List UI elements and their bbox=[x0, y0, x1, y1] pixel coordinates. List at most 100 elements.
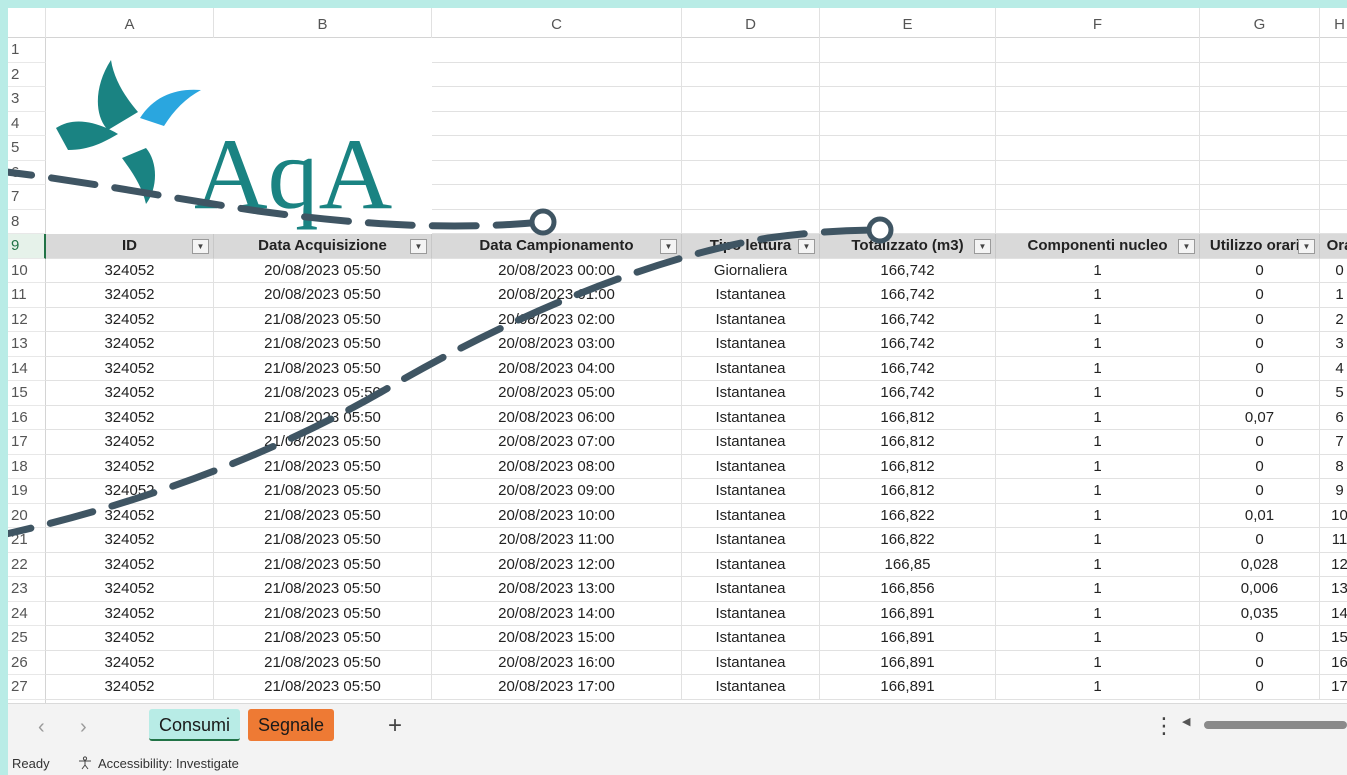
accessibility-icon[interactable] bbox=[78, 756, 92, 773]
table-cell[interactable]: 324052 bbox=[46, 479, 214, 504]
column-header-a[interactable]: A bbox=[46, 8, 214, 38]
empty-cell[interactable] bbox=[1200, 136, 1320, 161]
empty-cell[interactable] bbox=[1200, 185, 1320, 210]
table-cell[interactable]: 166,812 bbox=[820, 479, 996, 504]
table-cell[interactable]: 0 bbox=[1200, 307, 1320, 332]
table-cell[interactable]: 166,822 bbox=[820, 503, 996, 528]
row-header[interactable]: 19 bbox=[8, 479, 46, 504]
column-header-f[interactable]: F bbox=[996, 8, 1200, 38]
table-cell[interactable]: 20/08/2023 03:00 bbox=[432, 332, 682, 357]
table-cell[interactable]: 324052 bbox=[46, 258, 214, 283]
empty-cell[interactable] bbox=[1320, 136, 1347, 161]
table-cell[interactable]: 1 bbox=[996, 430, 1200, 455]
table-cell[interactable]: 0 bbox=[1200, 381, 1320, 406]
empty-cell[interactable] bbox=[432, 185, 682, 210]
table-cell[interactable]: 21/08/2023 05:50 bbox=[214, 601, 432, 626]
empty-cell[interactable] bbox=[682, 62, 820, 87]
table-cell[interactable]: 324052 bbox=[46, 577, 214, 602]
table-cell[interactable]: 324052 bbox=[46, 283, 214, 308]
table-cell[interactable]: 0,035 bbox=[1200, 601, 1320, 626]
table-cell[interactable]: 1 bbox=[996, 258, 1200, 283]
table-cell[interactable]: 14 bbox=[1320, 602, 1347, 626]
table-cell[interactable]: 21/08/2023 05:50 bbox=[214, 675, 432, 700]
column-header-g[interactable]: G bbox=[1200, 8, 1320, 38]
table-cell[interactable]: 21/08/2023 05:50 bbox=[214, 381, 432, 406]
table-cell[interactable]: 166,742 bbox=[820, 381, 996, 406]
filter-dropdown-icon[interactable]: ▼ bbox=[660, 239, 677, 254]
table-cell[interactable]: 1 bbox=[996, 528, 1200, 553]
empty-cell[interactable] bbox=[1320, 38, 1347, 63]
table-cell[interactable]: 1 bbox=[996, 356, 1200, 381]
row-header[interactable]: 5 bbox=[8, 136, 46, 161]
table-cell[interactable]: 21/08/2023 05:50 bbox=[214, 430, 432, 455]
table-cell[interactable]: Giornaliera bbox=[682, 258, 820, 283]
row-header[interactable]: 10 bbox=[8, 258, 46, 283]
empty-cell[interactable] bbox=[996, 62, 1200, 87]
table-cell[interactable]: 166,856 bbox=[820, 577, 996, 602]
empty-cell[interactable] bbox=[682, 160, 820, 185]
table-cell[interactable]: 20/08/2023 02:00 bbox=[432, 307, 682, 332]
table-cell[interactable]: 166,891 bbox=[820, 626, 996, 651]
table-cell[interactable]: 1 bbox=[1320, 283, 1347, 308]
table-cell[interactable]: 20/08/2023 04:00 bbox=[432, 356, 682, 381]
row-header[interactable]: 11 bbox=[8, 283, 46, 308]
table-cell[interactable]: 0 bbox=[1200, 430, 1320, 455]
table-cell[interactable]: 324052 bbox=[46, 626, 214, 651]
empty-cell[interactable] bbox=[1200, 111, 1320, 136]
empty-cell[interactable] bbox=[820, 111, 996, 136]
empty-cell[interactable] bbox=[1320, 185, 1347, 210]
empty-cell[interactable] bbox=[1320, 87, 1347, 112]
empty-cell[interactable] bbox=[1200, 87, 1320, 112]
empty-cell[interactable] bbox=[820, 136, 996, 161]
table-cell[interactable]: 21/08/2023 05:50 bbox=[214, 528, 432, 553]
table-cell[interactable]: 0 bbox=[1200, 454, 1320, 479]
accessibility-status[interactable]: Accessibility: Investigate bbox=[98, 756, 239, 771]
row-header[interactable]: 24 bbox=[8, 601, 46, 626]
table-cell[interactable]: 20/08/2023 15:00 bbox=[432, 626, 682, 651]
row-header[interactable]: 25 bbox=[8, 626, 46, 651]
tab-scroll-left-icon[interactable]: ‹ bbox=[38, 716, 45, 739]
table-cell[interactable]: Istantanea bbox=[682, 601, 820, 626]
table-cell[interactable]: 1 bbox=[996, 552, 1200, 577]
table-cell[interactable]: Istantanea bbox=[682, 577, 820, 602]
table-cell[interactable]: 21/08/2023 05:50 bbox=[214, 577, 432, 602]
table-cell[interactable]: 166,742 bbox=[820, 258, 996, 283]
empty-cell[interactable] bbox=[996, 160, 1200, 185]
table-cell[interactable]: 0,07 bbox=[1200, 405, 1320, 430]
table-cell[interactable]: 1 bbox=[996, 332, 1200, 357]
empty-cell[interactable] bbox=[1200, 209, 1320, 234]
column-header-d[interactable]: D bbox=[682, 8, 820, 38]
empty-cell[interactable] bbox=[1320, 210, 1347, 234]
row-header[interactable]: 4 bbox=[8, 111, 46, 136]
empty-cell[interactable] bbox=[432, 87, 682, 112]
table-cell[interactable]: 166,812 bbox=[820, 405, 996, 430]
empty-cell[interactable] bbox=[432, 160, 682, 185]
table-cell[interactable]: 1 bbox=[996, 307, 1200, 332]
table-cell[interactable]: 20/08/2023 06:00 bbox=[432, 405, 682, 430]
row-header[interactable]: 3 bbox=[8, 87, 46, 112]
empty-cell[interactable] bbox=[820, 38, 996, 63]
table-cell[interactable]: 166,822 bbox=[820, 528, 996, 553]
tab-scroll-right-icon[interactable]: › bbox=[80, 716, 87, 739]
table-cell[interactable]: 3 bbox=[1320, 332, 1347, 357]
table-cell[interactable]: 12 bbox=[1320, 553, 1347, 577]
table-cell[interactable]: Istantanea bbox=[682, 332, 820, 357]
empty-cell[interactable] bbox=[820, 62, 996, 87]
table-cell[interactable]: 324052 bbox=[46, 528, 214, 553]
table-cell[interactable]: 21/08/2023 05:50 bbox=[214, 503, 432, 528]
table-cell[interactable]: 20/08/2023 17:00 bbox=[432, 675, 682, 700]
table-cell[interactable]: 0 bbox=[1200, 528, 1320, 553]
empty-cell[interactable] bbox=[996, 38, 1200, 63]
empty-cell[interactable] bbox=[820, 87, 996, 112]
empty-cell[interactable] bbox=[1320, 161, 1347, 185]
table-cell[interactable]: 16 bbox=[1320, 651, 1347, 675]
row-header[interactable]: 15 bbox=[8, 381, 46, 406]
table-header-cell[interactable]: Data Campionamento ▼ bbox=[432, 234, 682, 259]
table-cell[interactable]: 21/08/2023 05:50 bbox=[214, 626, 432, 651]
table-cell[interactable]: 20/08/2023 10:00 bbox=[432, 503, 682, 528]
row-header[interactable]: 27 bbox=[8, 675, 46, 700]
table-cell[interactable]: Istantanea bbox=[682, 283, 820, 308]
table-cell[interactable]: 324052 bbox=[46, 503, 214, 528]
table-cell[interactable]: 20/08/2023 05:00 bbox=[432, 381, 682, 406]
table-header-cell[interactable]: ID ▼ bbox=[46, 234, 214, 259]
